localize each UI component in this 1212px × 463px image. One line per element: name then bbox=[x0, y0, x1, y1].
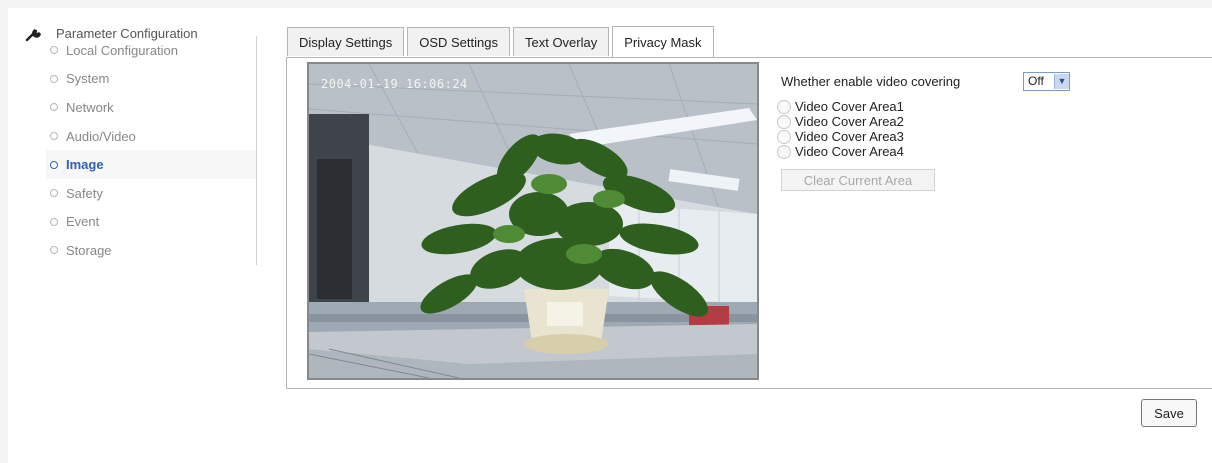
sidebar-item-label: Network bbox=[66, 99, 114, 115]
cover-area-4[interactable]: Video Cover Area4 bbox=[777, 144, 1201, 159]
cover-area-list: Video Cover Area1 Video Cover Area2 Vide… bbox=[777, 99, 1201, 159]
sidebar-item-storage[interactable]: Storage bbox=[46, 236, 256, 265]
enable-row: Whether enable video covering Off ▼ bbox=[781, 71, 1201, 91]
bullet-icon bbox=[50, 246, 58, 255]
sidebar-item-network[interactable]: Network bbox=[46, 93, 256, 122]
cover-area-label: Video Cover Area1 bbox=[795, 99, 904, 114]
sidebar-item-label: Local Configuration bbox=[66, 42, 179, 58]
sidebar-item-audio-video[interactable]: Audio/Video bbox=[46, 122, 256, 151]
enable-label: Whether enable video covering bbox=[781, 73, 961, 89]
sidebar-item-local-configuration[interactable]: Local Configuration bbox=[46, 36, 256, 65]
sidebar-item-label: Storage bbox=[66, 242, 112, 258]
clear-current-area-button[interactable]: Clear Current Area bbox=[781, 169, 935, 191]
tab-text-overlay[interactable]: Text Overlay bbox=[512, 27, 610, 56]
sidebar-nav: Local Configuration System Network Audio… bbox=[46, 36, 257, 265]
radio-button[interactable] bbox=[777, 99, 791, 114]
cover-area-label: Video Cover Area4 bbox=[795, 144, 904, 159]
radio-button[interactable] bbox=[777, 129, 791, 144]
tab-privacy-mask[interactable]: Privacy Mask bbox=[612, 26, 714, 57]
bullet-icon bbox=[50, 160, 58, 169]
sidebar-item-label: Event bbox=[66, 214, 100, 230]
bullet-icon bbox=[50, 189, 58, 198]
radio-button[interactable] bbox=[777, 114, 791, 129]
enable-select[interactable]: Off ▼ bbox=[1023, 71, 1070, 91]
cover-area-3[interactable]: Video Cover Area3 bbox=[777, 129, 1201, 144]
video-preview[interactable]: 2004-01-19 16:06:24 bbox=[307, 62, 759, 380]
tab-osd-settings[interactable]: OSD Settings bbox=[407, 27, 510, 56]
sidebar-item-event[interactable]: Event bbox=[46, 208, 256, 237]
sidebar-item-label: System bbox=[66, 71, 110, 87]
wrench-icon bbox=[24, 23, 48, 43]
enable-select-value: Off bbox=[1028, 74, 1044, 88]
cover-area-label: Video Cover Area3 bbox=[795, 129, 904, 144]
cover-area-1[interactable]: Video Cover Area1 bbox=[777, 99, 1201, 114]
osd-timestamp: 2004-01-19 16:06:24 bbox=[321, 77, 468, 91]
sidebar-item-image[interactable]: Image bbox=[46, 150, 256, 179]
sidebar-item-label: Audio/Video bbox=[66, 128, 136, 144]
privacy-mask-panel: 2004-01-19 16:06:24 Whether enable video… bbox=[286, 57, 1212, 389]
settings-tabs: Display Settings OSD Settings Text Overl… bbox=[287, 26, 714, 57]
chevron-down-icon: ▼ bbox=[1054, 73, 1069, 89]
bullet-icon bbox=[50, 103, 58, 112]
bullet-icon bbox=[50, 217, 58, 226]
sidebar-item-label: Safety bbox=[66, 185, 103, 201]
save-button[interactable]: Save bbox=[1141, 399, 1197, 427]
cover-area-2[interactable]: Video Cover Area2 bbox=[777, 114, 1201, 129]
cover-area-label: Video Cover Area2 bbox=[795, 114, 904, 129]
radio-button[interactable] bbox=[777, 144, 791, 159]
tab-display-settings[interactable]: Display Settings bbox=[287, 27, 405, 56]
privacy-controls: Whether enable video covering Off ▼ Vide… bbox=[777, 71, 1201, 191]
bullet-icon bbox=[50, 132, 58, 141]
sidebar-item-safety[interactable]: Safety bbox=[46, 179, 256, 208]
camera-scene-image bbox=[309, 64, 757, 378]
sidebar-item-system[interactable]: System bbox=[46, 65, 256, 94]
bullet-icon bbox=[50, 74, 58, 83]
bullet-icon bbox=[50, 46, 58, 55]
sidebar-item-label: Image bbox=[66, 157, 104, 173]
